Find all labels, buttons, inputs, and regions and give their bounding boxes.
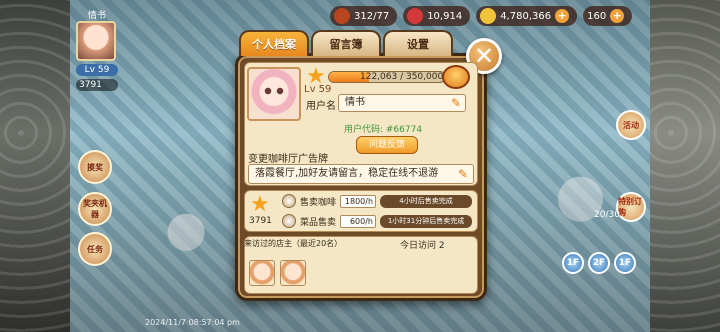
dish-sale-row: 菜品售卖 600/h 1小时31分钟后售卖完成 — [282, 213, 473, 229]
floor-1b-label: 1F — [618, 258, 632, 268]
player-avatar[interactable] — [76, 21, 116, 61]
rank-value: 3791 — [249, 216, 272, 226]
resource-coins: 4,780,366 + — [476, 6, 578, 26]
username-label: 用户名 — [306, 101, 336, 112]
resource-gems: 10,914 — [403, 6, 471, 26]
side-button-claw[interactable]: 奖夹机器 — [78, 192, 112, 226]
side-button-tasks[interactable]: 任务 — [78, 232, 112, 266]
side-button-lottery-label: 摸奖 — [87, 162, 103, 172]
side-button-special-order[interactable]: 特别订购 — [616, 192, 646, 222]
order-counter: 20/30 — [594, 210, 620, 220]
floor-2-button[interactable]: 2F — [588, 252, 610, 274]
resource-premium-value: 160 — [587, 10, 607, 22]
edit-ad-pencil-icon[interactable]: ✎ — [458, 168, 470, 180]
mascot-icon[interactable] — [442, 65, 470, 89]
coin-icon — [480, 8, 497, 24]
edit-username-pencil-icon[interactable]: ✎ — [451, 97, 463, 109]
heart-icon — [407, 8, 424, 24]
feedback-button[interactable]: 问题反馈 — [356, 136, 418, 154]
coffee-bean-icon — [334, 8, 350, 24]
xp-text: 122,063 / 350,000 — [360, 72, 444, 82]
dish-icon — [282, 214, 296, 228]
coffee-cup-icon — [282, 194, 296, 208]
resource-hearts: 312/77 — [330, 6, 398, 26]
resource-hearts-value: 312/77 — [354, 10, 390, 22]
tab-profile[interactable]: 个人档案 — [239, 30, 309, 56]
side-button-claw-label: 奖夹机器 — [83, 199, 107, 219]
side-button-event-label: 活动 — [623, 120, 639, 130]
dish-sale-note: 1小时31分钟后售卖完成 — [380, 214, 473, 228]
tab-settings[interactable]: 设置 — [383, 30, 453, 56]
right-letterbox — [650, 0, 720, 332]
player-info[interactable]: 情书 Lv 59 3791 — [76, 8, 118, 98]
profile-level: Lv 59 — [304, 84, 332, 95]
visitors-title: 来访过的店主（最近20名） — [244, 239, 343, 248]
dish-sale-value: 600/h — [340, 214, 377, 228]
tab-guestbook[interactable]: 留言簿 — [311, 30, 381, 56]
resource-coins-value: 4,780,366 — [500, 10, 552, 22]
visitor-avatar[interactable] — [280, 260, 306, 286]
add-premium-button[interactable]: + — [610, 9, 625, 23]
floor-1-label: 1F — [566, 258, 580, 268]
floor-1-button[interactable]: 1F — [562, 252, 584, 274]
player-rank-points: 3791 — [76, 79, 118, 91]
coffee-sale-value: 1800/h — [340, 194, 377, 208]
username-field[interactable]: 情书 — [338, 94, 466, 112]
floor-1b-button[interactable]: 1F — [614, 252, 636, 274]
floor-2-label: 2F — [592, 258, 606, 268]
dish-sale-label: 菜品售卖 — [300, 217, 337, 228]
resource-gems-value: 10,914 — [427, 10, 463, 22]
player-level: Lv 59 — [76, 64, 118, 76]
user-code: 用户代码: #66774 — [344, 125, 423, 135]
ad-board-title: 变更咖啡厅广告牌 — [248, 154, 328, 165]
resource-bar: 312/77 10,914 4,780,366 + 160 + — [330, 6, 633, 28]
resource-premium: 160 + — [583, 6, 633, 26]
rank-star-icon: ★ — [250, 192, 270, 217]
side-button-special-order-label: 特别订购 — [618, 197, 642, 217]
visitor-avatar[interactable] — [249, 260, 275, 286]
coffee-sale-label: 售卖咖啡 — [300, 197, 337, 208]
ad-board-field[interactable]: 落霞餐厅,加好友请留言，稳定在线不退游 — [248, 164, 474, 184]
left-letterbox — [0, 0, 70, 332]
dialog-tabs: 个人档案 留言簿 设置 — [239, 30, 453, 56]
coffee-sale-note: 4小时后售卖完成 — [380, 194, 473, 208]
side-button-tasks-label: 任务 — [87, 244, 103, 254]
add-coins-button[interactable]: + — [555, 9, 570, 23]
side-button-lottery[interactable]: 摸奖 — [78, 150, 112, 184]
coffee-sale-row: 售卖咖啡 1800/h 4小时后售卖完成 — [282, 193, 473, 209]
timestamp: 2024/11/7 08:57:04 pm — [145, 318, 240, 327]
today-visits: 今日访问 2 — [400, 241, 445, 251]
profile-avatar[interactable] — [247, 67, 301, 121]
player-name: 情书 — [87, 11, 106, 21]
side-button-event[interactable]: 活动 — [616, 110, 646, 140]
